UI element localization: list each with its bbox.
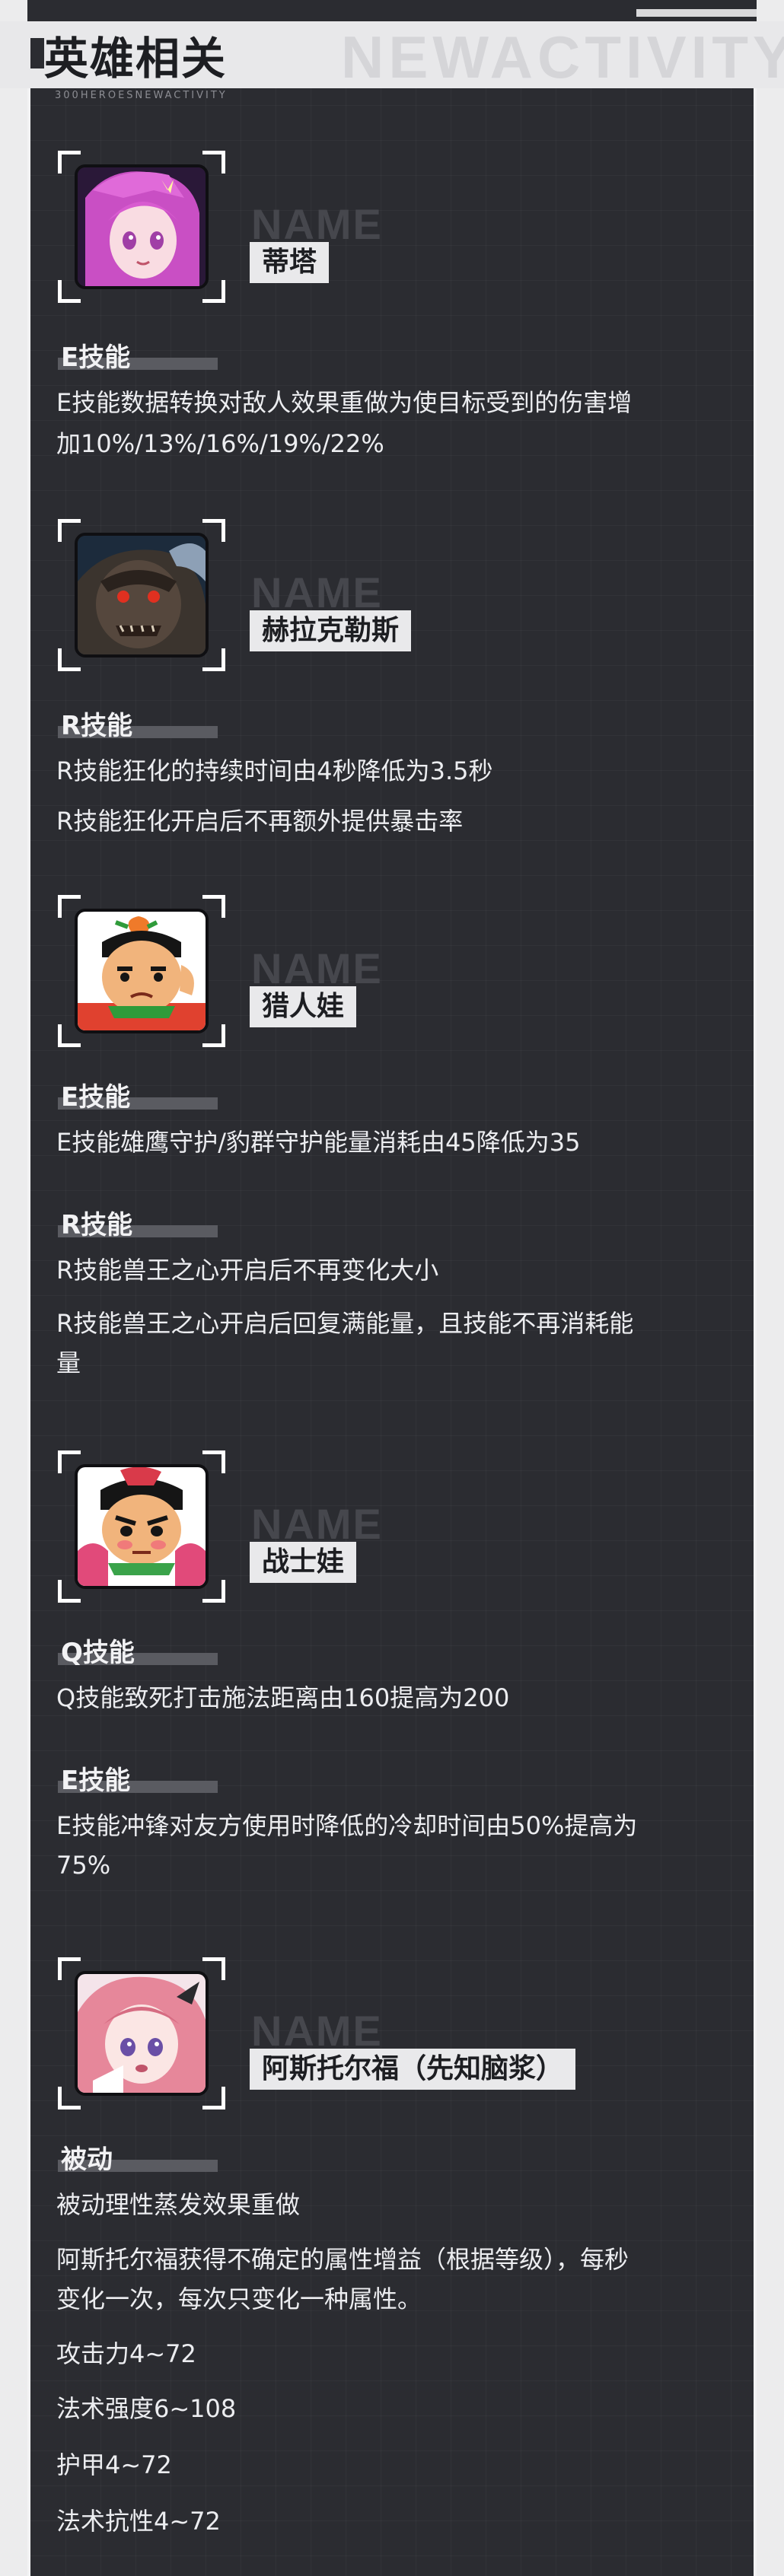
skill-description: 加10%/13%/16%/19%/22% — [56, 429, 384, 458]
portrait-frame — [58, 151, 225, 303]
skill-label: E技能 — [61, 1766, 131, 1796]
portrait-frame — [58, 895, 225, 1047]
skill-description: R技能狂化开启后不再额外提供暴击率 — [56, 807, 464, 836]
header-accent-bar — [30, 38, 44, 68]
skill-description: 阿斯托尔福获得不确定的属性增益（根据等级），每秒 — [56, 2245, 629, 2274]
skill-description: R技能兽王之心开启后回复满能量，且技能不再消耗能 — [56, 1309, 634, 1338]
page-margin-left — [0, 0, 27, 2576]
portrait-frame — [58, 1957, 225, 2110]
calabash-boy-red-portrait-icon — [75, 1464, 209, 1589]
skill-description: R技能兽王之心开启后不再变化大小 — [56, 1256, 439, 1285]
pink-haired-girl-portrait-icon — [75, 164, 209, 289]
header-subtitle: 300HEROESNEWACTIVITY — [55, 90, 228, 101]
skill-description: R技能狂化的持续时间由4秒降低为3.5秒 — [56, 756, 493, 785]
header-deco-bar — [636, 9, 757, 17]
portrait-frame — [58, 1450, 225, 1603]
dark-giant-portrait-icon — [75, 533, 209, 658]
hero-name: 猎人娃 — [250, 986, 357, 1027]
page-margin-right — [757, 0, 784, 2576]
hero-name: 蒂塔 — [250, 242, 330, 283]
skill-label: 被动 — [61, 2145, 113, 2175]
page-title: 英雄相关 — [44, 33, 228, 84]
skill-label: R技能 — [61, 1210, 133, 1240]
skill-label: E技能 — [61, 1082, 131, 1113]
skill-description: E技能雄鹰守护/豹群守护能量消耗由45降低为35 — [56, 1128, 581, 1157]
hero-name: 阿斯托尔福（先知脑浆） — [250, 2049, 576, 2090]
skill-description: E技能冲锋对友方使用时降低的冷却时间由50%提高为 — [56, 1811, 638, 1840]
skill-description: Q技能致死打击施法距离由160提高为200 — [56, 1683, 510, 1712]
skill-label: E技能 — [61, 342, 131, 373]
skill-description: 护甲4~72 — [56, 2450, 172, 2479]
hero-name: 战士娃 — [250, 1542, 357, 1583]
skill-description: 被动理性蒸发效果重做 — [56, 2190, 301, 2219]
skill-description: 法术强度6~108 — [56, 2394, 237, 2423]
skill-description: E技能数据转换对敌人效果重做为使目标受到的伤害增 — [56, 388, 633, 417]
skill-description: 法术抗性4~72 — [56, 2507, 221, 2536]
skill-description: 攻击力4~72 — [56, 2339, 196, 2368]
skill-label: Q技能 — [61, 1638, 135, 1668]
pink-haired-knight-portrait-icon — [75, 1971, 209, 2096]
skill-description: 变化一次，每次只变化一种属性。 — [56, 2285, 422, 2313]
calabash-boy-green-portrait-icon — [75, 909, 209, 1033]
header-watermark: NEWACTIVITY — [341, 24, 784, 91]
hero-name: 赫拉克勒斯 — [250, 610, 412, 651]
skill-description: 量 — [56, 1348, 81, 1377]
portrait-frame — [58, 519, 225, 671]
skill-label: R技能 — [61, 711, 133, 741]
skill-description: 75% — [56, 1851, 111, 1880]
